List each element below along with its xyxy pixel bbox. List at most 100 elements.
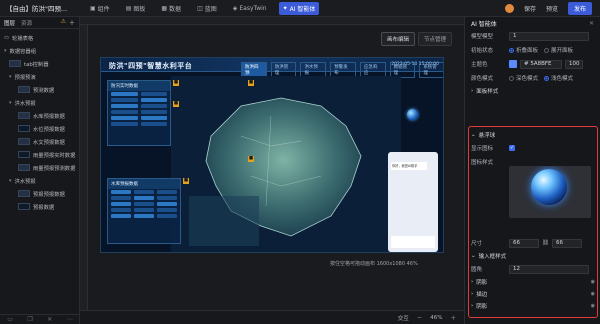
radio-light[interactable]: 浅色模式: [544, 74, 573, 82]
radio-collapse[interactable]: 折叠面板: [509, 46, 538, 54]
eye-icon[interactable]: ◉: [591, 291, 595, 297]
tab-resources[interactable]: 资源: [21, 19, 32, 27]
chevron-down-icon[interactable]: ▾: [4, 48, 7, 54]
panel-style-section[interactable]: › 面板样式: [465, 85, 600, 97]
tab-component[interactable]: ▣ 组件: [86, 2, 114, 15]
add-icon[interactable]: ＋: [69, 18, 75, 27]
layer-order-input[interactable]: 1: [509, 31, 589, 41]
layer-label: 预报预演: [14, 74, 36, 81]
layer-item[interactable]: 雨量预报预测数据: [0, 161, 79, 174]
layer-thumbnail: [18, 151, 30, 158]
size-height-input[interactable]: 66: [551, 238, 582, 248]
ai-icon: ✦: [282, 4, 288, 12]
bubble-section[interactable]: ⌄ 悬浮球: [465, 129, 600, 141]
ai-chat-window[interactable]: 你好，我是AI助手: [388, 152, 438, 252]
layer-item[interactable]: ▾ 数据容器组: [0, 44, 79, 57]
layer-tools: ⚠ ＋: [61, 18, 75, 27]
bubble-sphere-image: [531, 169, 567, 205]
layer-thumbnail: [9, 60, 21, 67]
dashboard-time: 2023-05-10 15:00:00: [391, 62, 439, 67]
chat-input[interactable]: [391, 236, 435, 248]
lock-icon[interactable]: ⛓: [542, 240, 549, 246]
shadow-section[interactable]: › 阴影 ◉: [465, 276, 600, 288]
layer-marker[interactable]: ■: [173, 101, 179, 107]
stroke-section[interactable]: › 描边 ◉: [465, 288, 600, 300]
layer-label: 雨量预报预测数据: [33, 165, 76, 172]
chevron-down-icon[interactable]: ▾: [9, 100, 12, 106]
icon-preview[interactable]: [509, 166, 591, 218]
layer-item[interactable]: 雨量预报实时数据: [0, 148, 79, 161]
zoom-level[interactable]: 46%: [430, 315, 442, 321]
chevron-down-icon[interactable]: ▾: [9, 178, 12, 184]
zoom-in-icon[interactable]: ＋: [450, 314, 456, 322]
input-style-section[interactable]: ⌄ 输入框样式: [465, 250, 600, 262]
tab-layers[interactable]: 图层: [4, 19, 15, 27]
zoom-out-icon[interactable]: －: [417, 314, 423, 322]
layer-marker[interactable]: ■: [248, 156, 254, 162]
more-icon[interactable]: ⋯: [67, 316, 73, 323]
tab-easytwin[interactable]: ◈ EasyTwin: [229, 3, 271, 14]
layer-item[interactable]: 预报数据: [0, 200, 79, 213]
theme-color-swatch[interactable]: [509, 60, 517, 68]
dashboard-header: 防洪"四预"智慧水利平台 防洪四预 防洪管理 洪水预报 预警发布 应急响应 数据管理 系统管…: [101, 58, 443, 78]
layer-item[interactable]: ▾ 洪水预报: [0, 174, 79, 187]
panel-row: [108, 213, 180, 219]
reservoir-panel: 水库预报数据: [107, 178, 181, 244]
tab-data[interactable]: ▦ 数据: [157, 2, 185, 15]
radio-dark[interactable]: 深色模式: [509, 74, 538, 82]
layer-item[interactable]: ▾ 洪水预报: [0, 96, 79, 109]
show-icon-checkbox[interactable]: ✓: [509, 145, 515, 151]
dashboard-title: 防洪"四预"智慧水利平台: [109, 62, 193, 70]
canvas-area[interactable]: 画布编辑 节点管理 防洪"四预"智慧水利平台 防洪四预 防洪管理 洪水预报 预警发布应…: [80, 17, 464, 317]
node-manage-button[interactable]: 节点管理: [417, 32, 452, 46]
preview-button[interactable]: 预览: [546, 4, 558, 13]
canvas-edit-button[interactable]: 画布编辑: [380, 32, 415, 46]
theme-opacity-input[interactable]: 100: [565, 59, 583, 69]
layer-item[interactable]: 水位预报数据: [0, 122, 79, 135]
publish-button[interactable]: 发布: [567, 1, 592, 15]
layer-item[interactable]: 预测数据: [0, 83, 79, 96]
interaction-toggle[interactable]: 交互: [398, 314, 409, 322]
layer-panel: 图层 资源 ⚠ ＋ ▭ 轮播表格 ▾ 数据容器组 tab控制器 ▾ 预报预演 预测数据 ▾ 洪水预…: [0, 17, 80, 324]
eye-icon[interactable]: ◉: [591, 279, 595, 285]
folder-icon[interactable]: ▭: [7, 316, 13, 323]
layer-marker[interactable]: ■: [183, 178, 189, 184]
layer-thumbnail: [18, 164, 30, 171]
layer-item[interactable]: ▭ 轮播表格: [0, 31, 79, 44]
layer-item[interactable]: 水库预报数据: [0, 109, 79, 122]
chevron-down-icon[interactable]: ▾: [9, 74, 12, 80]
chat-message: 你好，我是AI助手: [391, 162, 427, 170]
copy-icon[interactable]: ❐: [27, 316, 32, 323]
radio-expand[interactable]: 展开面板: [544, 46, 573, 54]
top-actions: 保存 预览 发布: [504, 1, 600, 15]
layer-label: 洪水预报: [14, 100, 36, 107]
warning-icon[interactable]: ⚠: [61, 18, 66, 27]
board-icon: ▤: [125, 4, 132, 12]
shadow2-section[interactable]: › 阴影 ◉: [465, 300, 600, 312]
save-button[interactable]: 保存: [524, 4, 536, 13]
size-width-input[interactable]: 66: [509, 238, 539, 248]
layer-item[interactable]: 水文预报数据: [0, 135, 79, 148]
size-row: 尺寸 66 ⛓ 66: [465, 236, 600, 250]
folder-icon: ▭: [4, 34, 10, 41]
layer-item[interactable]: ▾ 预报预演: [0, 70, 79, 83]
project-header[interactable]: 【自由】防洪"四预...: [0, 0, 80, 16]
close-icon[interactable]: ✕: [589, 20, 594, 27]
layer-marker[interactable]: ■: [173, 80, 179, 86]
layer-label: 预报数据: [33, 204, 55, 211]
radius-input[interactable]: 12: [509, 264, 589, 274]
tab-ai-agent[interactable]: ✦ AI 智能体: [278, 1, 320, 15]
layer-marker[interactable]: ■: [248, 80, 254, 86]
layer-item[interactable]: tab控制器: [0, 57, 79, 70]
delete-icon[interactable]: ✕: [47, 316, 52, 323]
tab-blueprint[interactable]: ◫ 蓝图: [193, 2, 221, 15]
tab-board[interactable]: ▤ 图板: [122, 2, 150, 15]
dashboard-preview[interactable]: 防洪"四预"智慧水利平台 防洪四预 防洪管理 洪水预报 预警发布 应急响应 数据管理 系统管…: [100, 57, 444, 253]
ai-float-ball[interactable]: [407, 109, 418, 120]
theme-color-input[interactable]: # 5A8BFE: [520, 59, 562, 69]
panel-row: [108, 121, 170, 127]
eye-icon[interactable]: ◉: [591, 303, 595, 309]
map-visual: [171, 76, 401, 252]
layer-item[interactable]: 预报预报数据: [0, 187, 79, 200]
avatar[interactable]: [504, 3, 514, 13]
